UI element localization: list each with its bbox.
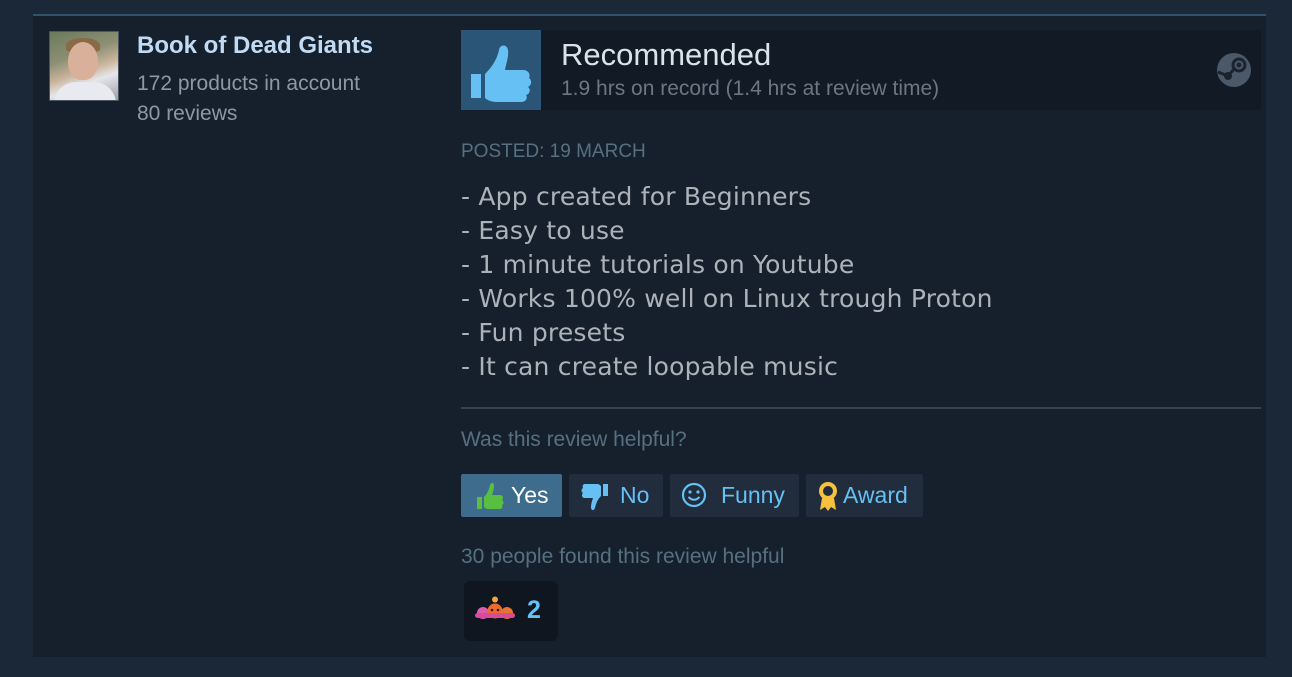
vote-title: Recommended: [561, 37, 772, 72]
no-label: No: [620, 482, 650, 508]
reaction-award[interactable]: 2: [464, 581, 558, 641]
review-line: - It can create loopable music: [461, 352, 839, 381]
review-line: - Easy to use: [461, 216, 625, 245]
funny-button[interactable]: Funny: [670, 474, 799, 517]
smiley-icon: [681, 482, 707, 508]
funny-label: Funny: [721, 482, 785, 508]
products-count[interactable]: 172 products in account: [137, 71, 360, 97]
helpful-count-text: 30 people found this review helpful: [461, 545, 785, 568]
thumbs-up-icon: [461, 30, 541, 110]
steam-logo-icon: [1216, 52, 1252, 93]
thumbs-down-icon: [581, 484, 608, 511]
divider: [461, 407, 1261, 409]
review-line: - Works 100% well on Linux trough Proton: [461, 284, 993, 313]
award-ribbon-icon: [819, 482, 837, 511]
helpful-question: Was this review helpful?: [461, 428, 687, 451]
reaction-award-icon: [475, 596, 515, 619]
no-button[interactable]: No: [569, 474, 663, 517]
vote-header[interactable]: Recommended 1.9 hrs on record (1.4 hrs a…: [461, 30, 1261, 110]
reviews-count[interactable]: 80 reviews: [137, 101, 237, 127]
award-button[interactable]: Award: [806, 474, 923, 517]
award-label: Award: [843, 482, 908, 508]
hours-on-record: 1.9 hrs on record (1.4 hrs at review tim…: [561, 77, 940, 100]
review-line: - 1 minute tutorials on Youtube: [461, 250, 855, 279]
reaction-award-count: 2: [527, 596, 541, 624]
review-content: - App created for Beginners - Easy to us…: [461, 180, 993, 384]
reviewer-name[interactable]: Book of Dead Giants: [137, 31, 373, 61]
posted-date: Posted: 19 March: [461, 141, 646, 162]
yes-button[interactable]: Yes: [461, 474, 562, 517]
avatar[interactable]: [49, 31, 119, 101]
review-line: - App created for Beginners: [461, 182, 812, 211]
review-card: Book of Dead Giants 172 products in acco…: [33, 14, 1266, 657]
thumbs-up-icon: [477, 482, 504, 509]
yes-label: Yes: [511, 482, 549, 508]
review-line: - Fun presets: [461, 318, 626, 347]
